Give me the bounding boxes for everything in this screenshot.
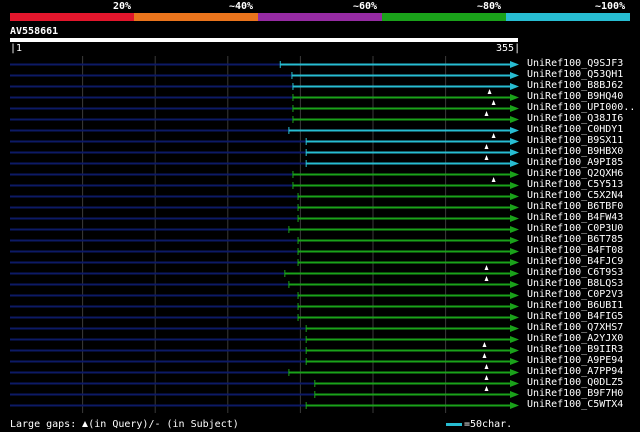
hit-label[interactable]: UniRef100_B6T785 [527,234,623,245]
hit-arrow-icon [510,237,519,244]
query-gap-marker [484,155,489,160]
hit-label[interactable]: UniRef100_Q9SJF3 [527,58,623,69]
footer-text-before: Large gaps: [10,419,83,430]
hit-arrow-icon [510,314,519,321]
hit-arrow-icon [510,325,519,332]
hit-label[interactable]: UniRef100_A9PI85 [527,157,623,168]
hit-arrow-icon [510,336,519,343]
hit-arrow-icon [510,358,519,365]
hit-label[interactable]: UniRef100_C0HDY1 [527,124,623,135]
hit-label[interactable]: UniRef100_B8LQS3 [527,278,623,289]
hit-arrow-icon [510,160,519,167]
query-gap-marker [484,265,489,270]
hit-label[interactable]: UniRef100_A2YJX0 [527,333,623,344]
hit-label[interactable]: UniRef100_B9SX11 [527,135,623,146]
hit-arrow-icon [510,391,519,398]
hit-label[interactable]: UniRef100_A7PP94 [527,366,623,377]
hit-label[interactable]: UniRef100_A9PE94 [527,355,623,366]
query-gap-marker [487,89,492,94]
hit-arrow-icon [510,259,519,266]
hit-label[interactable]: UniRef100_Q2QXH6 [527,168,623,179]
scale-label: =50char. [464,419,513,430]
hit-arrow-icon [510,94,519,101]
hit-arrow-icon [510,281,519,288]
hit-arrow-icon [510,116,519,123]
hit-arrow-icon [510,127,519,134]
footer-text-after: (in Query)/- (in Subject) [88,419,239,430]
query-gap-marker [482,342,487,347]
hit-arrow-icon [510,369,519,376]
hit-arrow-icon [510,402,519,409]
hit-label[interactable]: UniRef100_Q0DLZ5 [527,377,623,388]
hit-label[interactable]: UniRef100_UPI000.. [527,102,635,113]
query-gap-marker [484,364,489,369]
hit-label[interactable]: UniRef100_B4FW43 [527,212,623,223]
hit-label[interactable]: UniRef100_B9HQ40 [527,91,623,102]
hit-arrow-icon [510,105,519,112]
hit-arrow-icon [510,226,519,233]
hit-arrow-icon [510,61,519,68]
hit-arrow-icon [510,193,519,200]
hit-arrow-icon [510,270,519,277]
query-gap-marker [491,177,496,182]
hit-arrow-icon [510,380,519,387]
query-gap-marker [484,144,489,149]
query-gap-marker [484,386,489,391]
hit-arrow-icon [510,138,519,145]
hit-label[interactable]: UniRef100_Q38JI6 [527,113,623,124]
hit-label[interactable]: UniRef100_B9IIR3 [527,344,623,355]
hit-label[interactable]: UniRef100_C5WTX4 [527,399,623,410]
scale-legend: =50char. [446,419,512,430]
hit-arrow-icon [510,215,519,222]
hit-label[interactable]: UniRef100_C5Y513 [527,179,623,190]
hit-label[interactable]: UniRef100_B4FIG5 [527,311,623,322]
hit-arrow-icon [510,83,519,90]
hit-arrow-icon [510,182,519,189]
hit-arrow-icon [510,149,519,156]
query-gap-marker [482,353,487,358]
hit-label[interactable]: UniRef100_C5X2N4 [527,190,623,201]
hit-label[interactable]: UniRef100_B8BJ62 [527,80,623,91]
hit-label[interactable]: UniRef100_B6TBF0 [527,201,623,212]
hit-label[interactable]: UniRef100_B9HBX0 [527,146,623,157]
hit-arrow-icon [510,292,519,299]
query-gap-marker [484,375,489,380]
query-gap-marker [491,100,496,105]
hit-arrow-icon [510,171,519,178]
hit-arrow-icon [510,72,519,79]
query-gap-marker [484,276,489,281]
hit-arrow-icon [510,303,519,310]
hit-arrow-icon [510,347,519,354]
query-gap-marker [484,111,489,116]
hit-arrow-icon [510,204,519,211]
hit-label[interactable]: UniRef100_C0P2V3 [527,289,623,300]
hit-label[interactable]: UniRef100_C0P3U0 [527,223,623,234]
hit-label[interactable]: UniRef100_Q53QH1 [527,69,623,80]
hit-label[interactable]: UniRef100_C6T9S3 [527,267,623,278]
hit-label[interactable]: UniRef100_B4FJC9 [527,256,623,267]
large-gaps-legend: Large gaps: (in Query)/- (in Subject) [10,419,239,430]
hit-label[interactable]: UniRef100_B4FT08 [527,245,623,256]
hit-label[interactable]: UniRef100_B9F7H0 [527,388,623,399]
hit-arrow-icon [510,248,519,255]
hit-label[interactable]: UniRef100_Q7XHS7 [527,322,623,333]
hit-label[interactable]: UniRef100_B6UBI1 [527,300,623,311]
scale-line-icon [446,422,462,426]
query-gap-marker [491,133,496,138]
